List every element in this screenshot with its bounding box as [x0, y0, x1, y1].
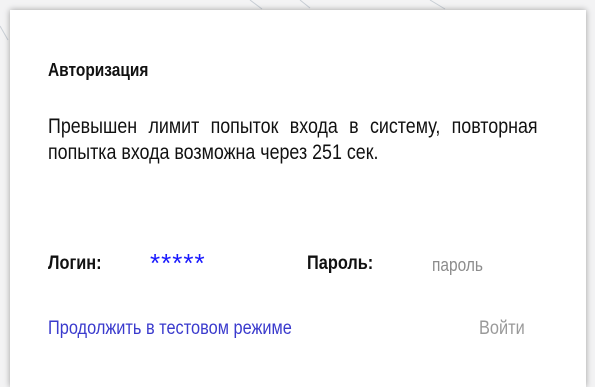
login-field[interactable] — [150, 248, 270, 278]
login-button[interactable]: Войти — [479, 318, 525, 340]
password-label: Пароль: — [307, 253, 374, 274]
dialog-title: Авторизация — [48, 60, 149, 80]
password-field[interactable] — [432, 252, 527, 278]
continue-test-mode-link[interactable]: Продолжить в тестовом режиме — [48, 318, 292, 340]
login-label: Логин: — [48, 253, 102, 274]
rate-limit-message: Превышен лимит попыток входа в систему, … — [48, 115, 538, 164]
